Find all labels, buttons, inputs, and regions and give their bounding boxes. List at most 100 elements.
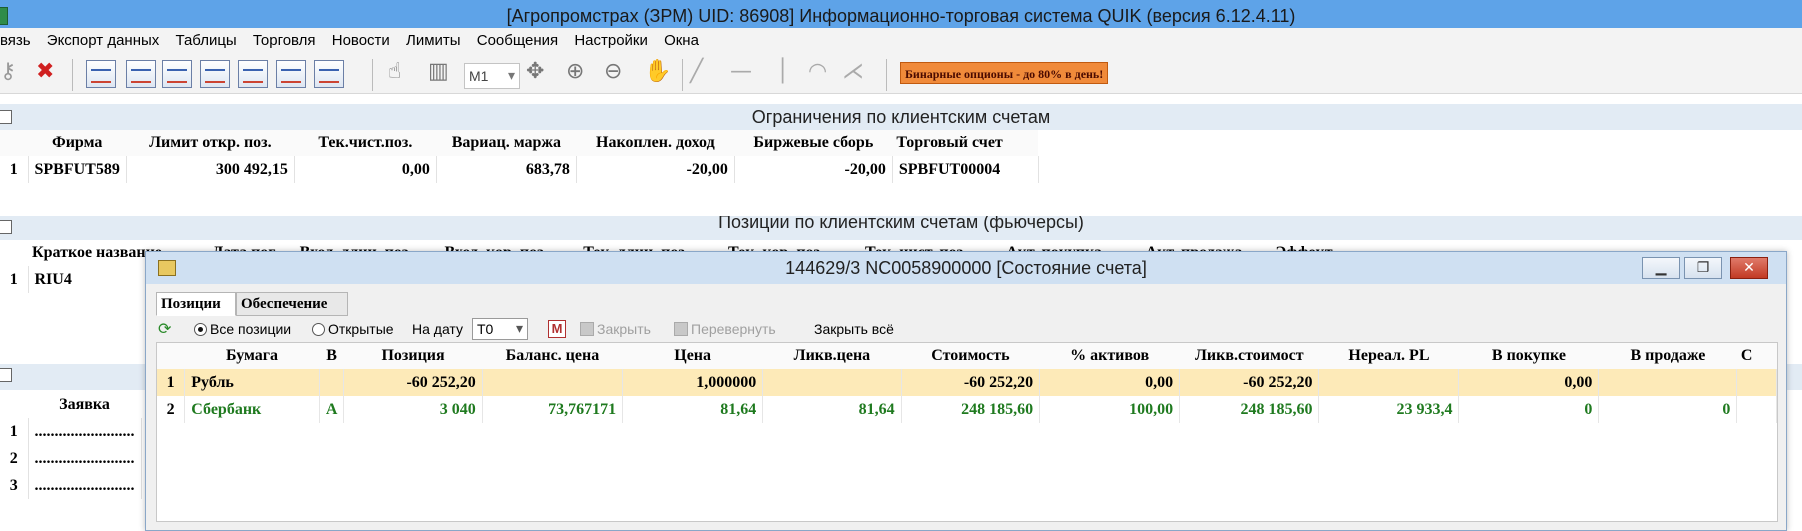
column-header[interactable]: Лимит откр. поз. [126, 130, 294, 156]
menu-item-limits[interactable]: Лимиты [400, 28, 467, 54]
column-header[interactable]: В покупке [1459, 343, 1599, 369]
menu-item-settings[interactable]: Настройки [568, 28, 654, 54]
limits-panel-title: Ограничения по клиентским счетам [0, 104, 1802, 130]
row-number-header [0, 130, 28, 156]
column-header[interactable]: Накоплен. доход [576, 130, 734, 156]
zoom-out-icon[interactable]: ⊖ [604, 59, 622, 84]
positions-panel-title: Позиции по клиентским счетам (фьючерсы) [0, 216, 1802, 240]
close-position-checkbox[interactable]: Закрыть [580, 316, 651, 342]
table-row[interactable]: 2 ......................... [0, 445, 142, 472]
hand-pointer-icon[interactable]: ☝ [388, 59, 401, 84]
maximize-button[interactable]: ❐ [1684, 257, 1722, 279]
ad-banner[interactable]: Бинарные опционы - до 80% в день! [900, 62, 1109, 84]
column-header[interactable]: Ликв.стоимост [1180, 343, 1319, 369]
arc-icon[interactable]: ◠ [808, 59, 827, 84]
fan-icon[interactable]: ⋌ [842, 59, 864, 84]
search-table-icon[interactable] [238, 60, 268, 88]
vertical-line-icon[interactable]: │ [776, 59, 789, 84]
bar-chart-icon[interactable]: ▥ [428, 59, 449, 84]
column-header[interactable]: % активов [1040, 343, 1180, 369]
panel-menu-icon[interactable] [0, 220, 12, 234]
column-header[interactable]: Вариац. маржа [436, 130, 576, 156]
move-icon[interactable]: ✥ [526, 59, 544, 84]
cell-order: ......................... [28, 445, 142, 472]
cell-liquidation-value: 248 185,60 [1179, 396, 1320, 423]
column-header[interactable]: Заявка [28, 392, 141, 418]
column-header[interactable]: С [1737, 343, 1777, 369]
disconnect-icon[interactable]: ✖ [36, 59, 54, 84]
table-row[interactable]: 1 ......................... [0, 418, 142, 445]
tab-collateral[interactable]: Обеспечение [236, 292, 348, 316]
table-row[interactable]: 3 ......................... [0, 472, 142, 499]
zoom-in-icon[interactable]: ⊕ [566, 59, 584, 84]
cell-value: -60 252,20 [901, 369, 1041, 396]
interval-select[interactable]: M1 [464, 63, 520, 89]
column-header[interactable]: В продаже [1599, 343, 1737, 369]
column-header[interactable]: Тек.чист.поз. [294, 130, 436, 156]
quotes-table-icon[interactable] [162, 60, 192, 88]
toolbar-separator [72, 59, 73, 91]
copy-table-icon[interactable] [314, 60, 344, 88]
column-header[interactable]: Цена [623, 343, 763, 369]
row-number: 1 [0, 156, 29, 183]
close-all-button[interactable]: Закрыть всё [814, 316, 894, 342]
trend-line-icon[interactable]: ╱ [690, 59, 703, 84]
column-header[interactable]: Бумага [185, 343, 320, 369]
pan-hand-icon[interactable]: ✋ [644, 59, 671, 84]
reverse-position-checkbox[interactable]: Перевернуть [674, 316, 776, 342]
limits-table: Фирма Лимит откр. поз. Тек.чист.поз. Вар… [0, 130, 1039, 227]
table-row[interactable]: 2 Сбербанк А 3 040 73,767171 81,64 81,64… [157, 396, 1777, 423]
menu-item-tables[interactable]: Таблицы [169, 28, 242, 54]
refresh-icon[interactable]: ⟳ [158, 316, 171, 342]
table-row[interactable]: 1 Рубль -60 252,20 1,000000 -60 252,20 0… [157, 369, 1777, 396]
cell-position: 3 040 [343, 396, 483, 423]
toolbar-separator [682, 59, 683, 91]
column-header[interactable]: Нереал. PL [1319, 343, 1459, 369]
table-row[interactable]: 1 SPBFUT589 300 492,15 0,00 683,78 -20,0… [0, 156, 1039, 183]
panel-menu-icon[interactable] [0, 368, 12, 382]
menu-item-windows[interactable]: Окна [658, 28, 705, 54]
cell-extra [1736, 396, 1777, 423]
horizontal-line-icon[interactable]: — [730, 59, 752, 84]
cell-percent-assets: 100,00 [1039, 396, 1181, 423]
column-header[interactable]: Ликв.цена [763, 343, 901, 369]
close-button[interactable]: ✕ [1730, 257, 1768, 279]
column-header[interactable]: Позиция [344, 343, 482, 369]
panel-menu-icon[interactable] [0, 110, 12, 124]
column-header[interactable]: Биржевые сборь [734, 130, 892, 156]
positions-grid: Бумага В Позиция Баланс. цена Цена Ликв.… [156, 342, 1778, 522]
column-header[interactable]: В [319, 343, 344, 369]
cell-selling [1598, 369, 1738, 396]
app-icon [0, 7, 8, 25]
checkbox-icon [580, 322, 594, 336]
key-icon[interactable]: ⚷ [0, 59, 16, 84]
row-number-header [157, 343, 185, 369]
menu-item-export[interactable]: Экспорт данных [41, 28, 165, 54]
open-positions-radio[interactable]: Открытые [312, 316, 394, 342]
column-header[interactable]: Фирма [28, 130, 126, 156]
cell-limit: 300 492,15 [126, 156, 295, 183]
date-select[interactable]: T0 [472, 318, 528, 340]
menu-item-messages[interactable]: Сообщения [471, 28, 564, 54]
column-header[interactable]: Стоимость [901, 343, 1040, 369]
menu-bar: вязь Экспорт данных Таблицы Торговля Нов… [0, 28, 1802, 54]
column-header[interactable]: Торговый счет [892, 130, 1038, 156]
window-title-bar[interactable]: 144629/3 NC0058900000 [Состояние счета] … [146, 252, 1786, 284]
menu-item-trading[interactable]: Торговля [247, 28, 322, 54]
account-state-window[interactable]: 144629/3 NC0058900000 [Состояние счета] … [145, 251, 1787, 531]
cell-accrued-income: -20,00 [576, 156, 735, 183]
menu-item-news[interactable]: Новости [326, 28, 396, 54]
minimize-button[interactable]: ▁ [1642, 257, 1680, 279]
window-icon[interactable] [158, 260, 176, 276]
trades-table-icon[interactable] [200, 60, 230, 88]
cell-liquidation-price: 81,64 [762, 396, 902, 423]
all-positions-radio[interactable]: Все позиции [194, 316, 291, 342]
cell-security: Сбербанк [184, 396, 320, 423]
column-header[interactable]: Баланс. цена [482, 343, 622, 369]
export-excel-icon[interactable] [276, 60, 306, 88]
m-button[interactable]: M [548, 320, 566, 338]
tab-positions[interactable]: Позиции [156, 292, 236, 316]
graph-window-icon[interactable] [126, 60, 156, 88]
chart-table-icon[interactable] [86, 60, 116, 88]
menu-item-connection[interactable]: вязь [0, 28, 37, 54]
